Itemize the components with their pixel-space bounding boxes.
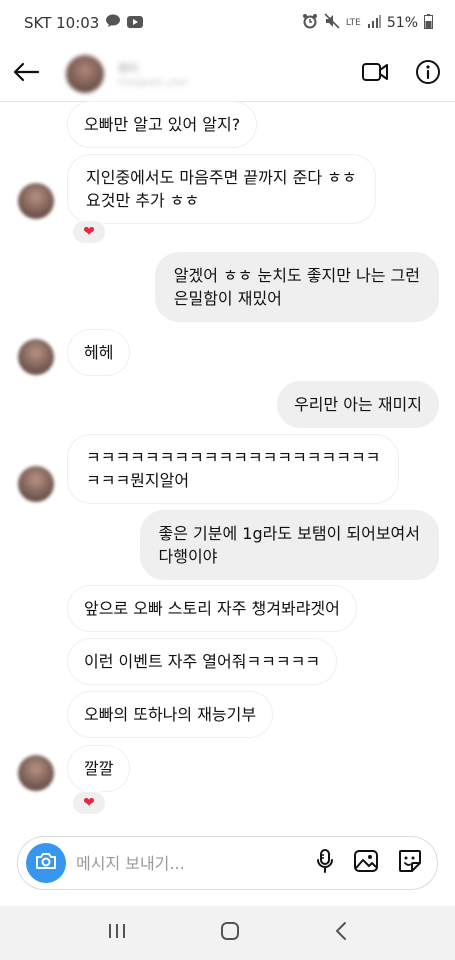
mute-icon — [324, 13, 340, 33]
battery-percent: 51% — [386, 15, 418, 31]
alarm-icon — [302, 13, 318, 33]
info-icon[interactable] — [415, 59, 441, 89]
carrier-time: SKT 10:03 — [24, 14, 100, 32]
status-bar: SKT 10:03 LTE 51% — [0, 0, 455, 46]
camera-button[interactable] — [26, 843, 66, 883]
message-composer — [17, 836, 438, 890]
microphone-icon[interactable] — [315, 848, 335, 878]
battery-icon — [424, 13, 433, 33]
contact-avatar[interactable] — [66, 54, 104, 93]
camera-icon — [35, 852, 57, 874]
heart-reaction-icon[interactable]: ❤ — [71, 219, 107, 245]
message-incoming[interactable]: 앞으로 오빠 스토리 자주 챙겨봐랴겟어 — [67, 585, 357, 632]
sender-avatar[interactable] — [18, 466, 54, 502]
sender-avatar[interactable] — [18, 339, 54, 375]
back-button[interactable] — [0, 46, 52, 102]
message-incoming[interactable]: 지인중에서도 마음주면 끝까지 준다 ㅎㅎ 요것만 추가 ㅎㅎ — [67, 154, 376, 224]
sender-avatar[interactable] — [18, 183, 54, 219]
message-outgoing[interactable]: 우리만 아는 재미지 — [277, 381, 439, 428]
message-incoming[interactable]: 오빠의 또하나의 재능기부 — [67, 691, 274, 738]
home-icon[interactable] — [220, 921, 240, 945]
sticker-icon[interactable] — [397, 848, 423, 878]
heart-reaction-icon[interactable]: ❤ — [71, 790, 107, 816]
message-outgoing[interactable]: 알겠어 ㅎㅎ 눈치도 좋지만 나는 그런 은밀함이 재밌어 — [154, 252, 439, 322]
video-call-icon[interactable] — [361, 61, 389, 87]
back-arrow-icon — [12, 62, 40, 86]
message-incoming[interactable]: 깔깔 — [67, 745, 131, 792]
contact-name: 뭔터 — [118, 61, 139, 75]
contact-info[interactable]: 뭔터 instagram_user — [118, 60, 188, 88]
message-incoming[interactable]: 이런 이벤트 자주 열어줘ㅋㅋㅋㅋㅋ — [67, 638, 338, 685]
sender-avatar[interactable] — [18, 755, 54, 791]
message-outgoing[interactable]: 좋은 기분에 1g라도 보탬이 되어보여서 다행이야 — [139, 510, 439, 580]
gallery-icon[interactable] — [353, 849, 379, 877]
message-incoming[interactable]: ㅋㅋㅋㅋㅋㅋㅋㅋㅋㅋㅋㅋㅋㅋㅋㅋㅋㅋㅋㅋ ㅋㅋㅋ뭔지알어 — [67, 434, 400, 504]
chat-header: 뭔터 instagram_user — [0, 46, 455, 102]
network-type: LTE — [345, 17, 361, 28]
chat-notification-icon — [105, 14, 121, 32]
signal-icon — [367, 14, 381, 32]
system-nav-bar — [0, 906, 455, 960]
contact-subtitle: instagram_user — [118, 77, 188, 88]
message-incoming[interactable]: 오빠만 알고 있어 알지? — [67, 101, 258, 148]
message-input[interactable] — [76, 853, 315, 873]
youtube-notification-icon — [127, 14, 144, 32]
nav-back-icon[interactable] — [334, 921, 348, 945]
recent-apps-icon[interactable] — [107, 922, 127, 944]
message-incoming[interactable]: 헤헤 — [67, 329, 131, 376]
